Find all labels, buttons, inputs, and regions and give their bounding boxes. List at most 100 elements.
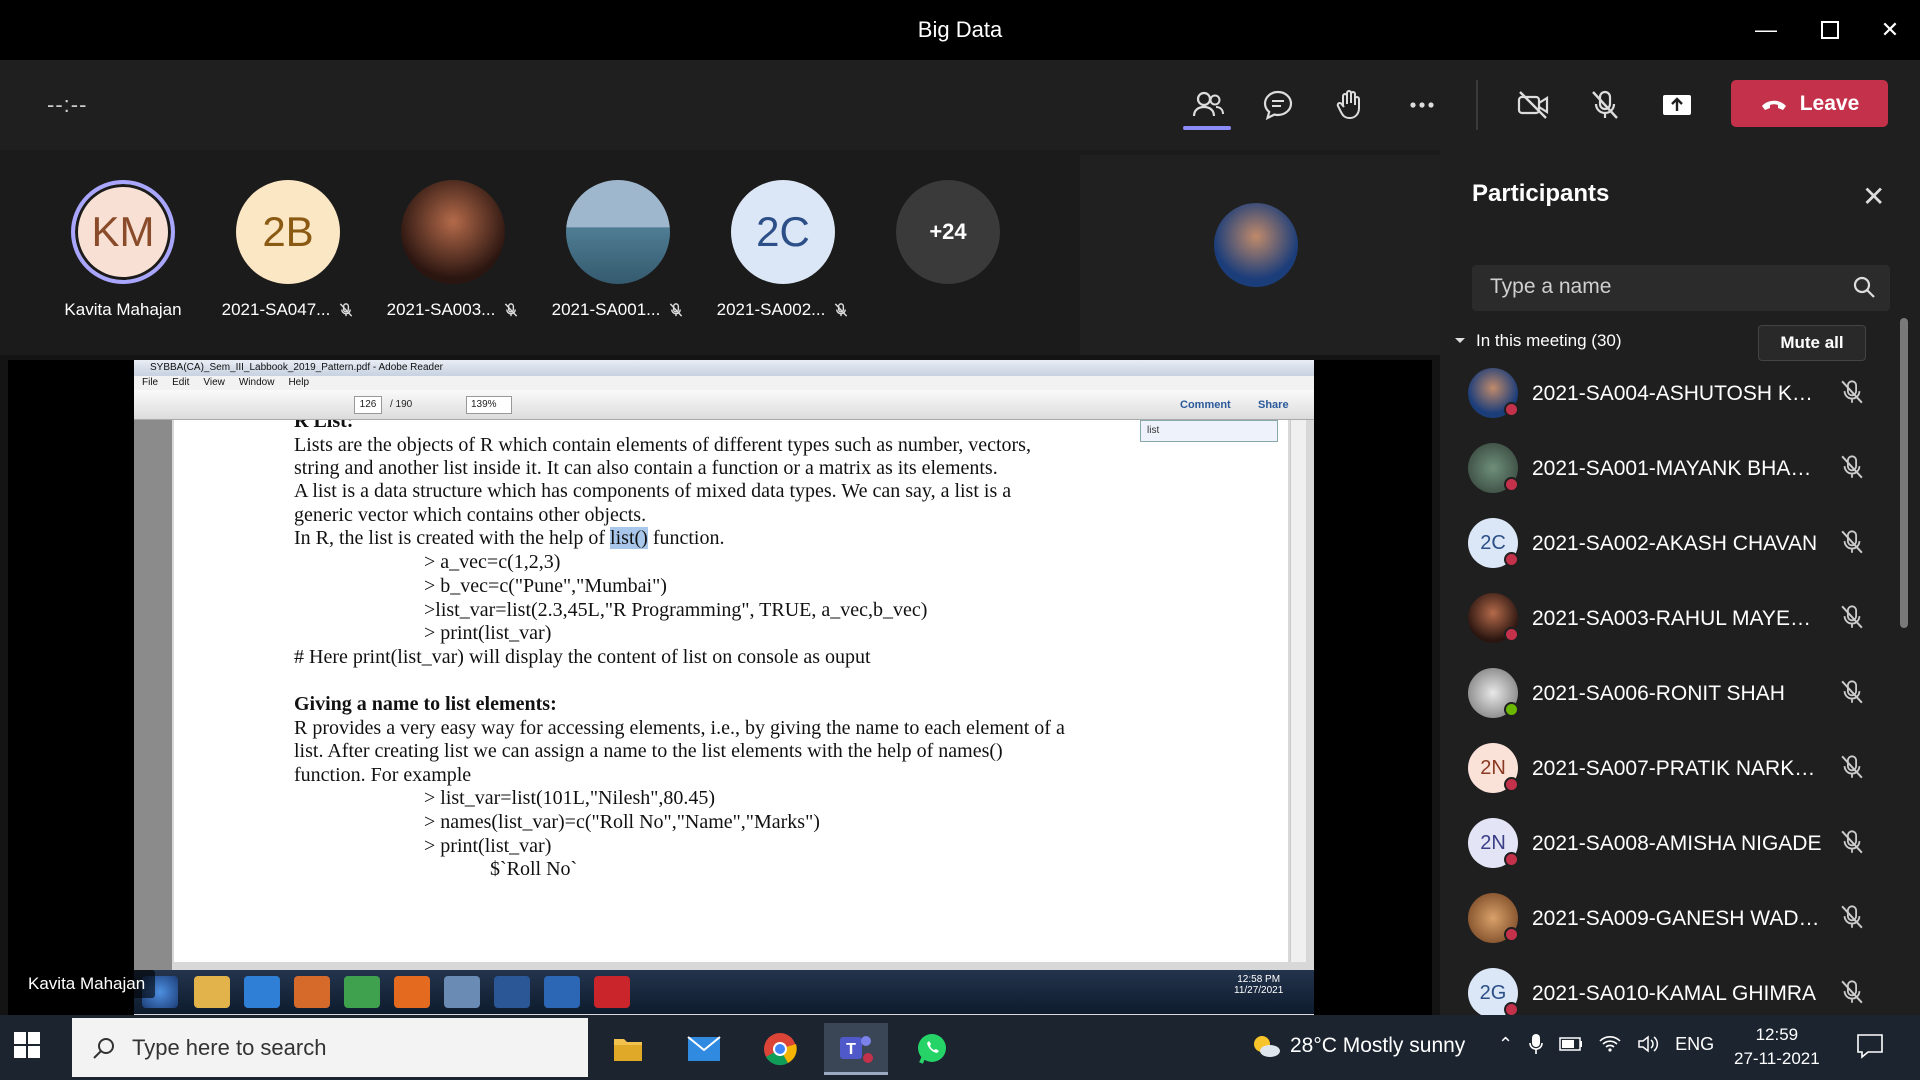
mic-off-icon[interactable] xyxy=(1838,828,1866,856)
mute-all-button[interactable]: Mute all xyxy=(1758,325,1866,361)
notification-icon[interactable] xyxy=(1856,1033,1884,1059)
taskbar-search[interactable]: Type here to search xyxy=(72,1018,588,1077)
windows-start-icon[interactable] xyxy=(14,1032,40,1058)
code-line: > list_var=list(101L,"Nilesh",80.45) xyxy=(424,787,716,809)
mic-toggle-button[interactable] xyxy=(1580,80,1630,130)
presence-dot xyxy=(1504,702,1519,717)
code-line: > a_vec=c(1,2,3) xyxy=(424,551,561,573)
participant-row[interactable]: 2C 2021-SA002-AKASH CHAVAN xyxy=(1468,510,1888,570)
page-number-input[interactable]: 126 xyxy=(354,396,382,414)
windows-taskbar: Type here to search T 28°C Mostly sunny … xyxy=(0,1015,1920,1080)
menu-window[interactable]: Window xyxy=(239,376,275,390)
panel-title: Participants xyxy=(1472,180,1610,207)
participant-row[interactable]: 2021-SA006-RONIT SHAH xyxy=(1468,660,1888,720)
shared-date: 11/27/2021 xyxy=(1234,985,1284,996)
participant-name: 2021-SA003-RAHUL MAYEKAR xyxy=(1532,607,1822,630)
mic-off-icon[interactable] xyxy=(1838,978,1866,1006)
participant-name: 2021-SA008-AMISHA NIGADE xyxy=(1532,832,1822,855)
taskbar-teams[interactable]: T xyxy=(824,1023,888,1075)
chevron-up-icon[interactable]: ⌃ xyxy=(1498,1034,1513,1055)
video-tile[interactable]: KM Kavita Mahajan xyxy=(48,180,198,320)
presence-dot xyxy=(1504,927,1519,942)
find-box[interactable]: list xyxy=(1140,420,1278,442)
participant-row[interactable]: 2021-SA009-GANESH WADNE xyxy=(1468,885,1888,945)
video-tile[interactable]: 2021-SA003... xyxy=(378,180,528,320)
presence-dot xyxy=(1504,1002,1519,1015)
more-icon xyxy=(1410,102,1434,108)
comment-button[interactable]: Comment xyxy=(1180,399,1231,411)
wifi-icon[interactable] xyxy=(1599,1035,1621,1053)
presence-dot xyxy=(1504,777,1519,792)
video-tile[interactable]: 2C 2021-SA002... xyxy=(708,180,858,320)
taskbar-mail[interactable] xyxy=(672,1023,736,1075)
participant-row[interactable]: 2021-SA004-ASHUTOSH KU... xyxy=(1468,360,1888,420)
reader-scrollbar[interactable] xyxy=(1290,420,1306,962)
camera-toggle-button[interactable] xyxy=(1508,80,1558,130)
shared-clock: 12:58 PM 11/27/2021 xyxy=(1234,974,1283,996)
mic-off-icon xyxy=(340,303,353,317)
in-meeting-label: In this meeting (30) xyxy=(1476,331,1622,350)
raise-hand-icon xyxy=(1336,90,1360,120)
in-meeting-toggle[interactable]: In this meeting (30) xyxy=(1454,331,1622,351)
more-button[interactable] xyxy=(1397,80,1447,130)
mic-off-icon[interactable] xyxy=(1838,603,1866,631)
mic-off-icon[interactable] xyxy=(1838,903,1866,931)
taskbar-chrome[interactable] xyxy=(748,1023,812,1075)
close-panel-button[interactable]: ✕ xyxy=(1862,180,1885,213)
minimize-button[interactable]: — xyxy=(1748,12,1784,48)
participants-panel: Participants ✕ In this meeting (30) Mute… xyxy=(1440,150,1920,1015)
maximize-button[interactable] xyxy=(1812,12,1848,48)
mic-off-icon[interactable] xyxy=(1838,528,1866,556)
weather-widget[interactable]: 28°C Mostly sunny xyxy=(1250,1033,1465,1059)
text-line: list. After creating list we can assign … xyxy=(294,740,1003,762)
firefox-icon xyxy=(394,976,430,1008)
participant-row[interactable]: 2N 2021-SA007-PRATIK NARKHE... xyxy=(1468,735,1888,795)
video-tile[interactable]: 2021-SA001... xyxy=(543,180,693,320)
presenter-label: Kavita Mahajan xyxy=(18,970,156,998)
volume-icon[interactable] xyxy=(1637,1035,1659,1053)
participant-search-input[interactable] xyxy=(1490,275,1850,299)
participant-gallery: KM Kavita Mahajan 2B 2021-SA047... 2021-… xyxy=(0,150,1440,355)
mic-icon[interactable] xyxy=(1529,1033,1543,1055)
taskbar-whatsapp[interactable] xyxy=(900,1023,964,1075)
r-icon xyxy=(544,976,580,1008)
raise-hand-button[interactable] xyxy=(1325,80,1375,130)
chat-button[interactable] xyxy=(1253,80,1303,130)
mic-off-icon[interactable] xyxy=(1838,753,1866,781)
participant-row[interactable]: 2021-SA003-RAHUL MAYEKAR xyxy=(1468,585,1888,645)
tile-name: 2021-SA047... xyxy=(221,300,331,319)
tile-name: 2021-SA003... xyxy=(386,300,496,319)
search-icon xyxy=(93,1038,114,1059)
clock-time: 12:59 xyxy=(1755,1025,1799,1044)
zoom-field[interactable]: 139% xyxy=(466,396,512,414)
participant-row[interactable]: 2G 2021-SA010-KAMAL GHIMRA xyxy=(1468,960,1888,1015)
presence-dot xyxy=(1504,402,1519,417)
page-total: / 190 xyxy=(390,399,413,410)
taskbar-clock[interactable]: 12:59 27-11-2021 xyxy=(1734,1023,1820,1071)
title-bar: Big Data — ✕ xyxy=(0,0,1920,60)
reader-share-button[interactable]: Share xyxy=(1258,399,1289,411)
menu-file[interactable]: File xyxy=(142,376,158,390)
heading: R List: xyxy=(294,420,354,432)
participant-row[interactable]: 2N 2021-SA008-AMISHA NIGADE xyxy=(1468,810,1888,870)
participant-row[interactable]: 2021-SA001-MAYANK BHAD... xyxy=(1468,435,1888,495)
mic-off-icon[interactable] xyxy=(1838,378,1866,406)
menu-help[interactable]: Help xyxy=(288,376,309,390)
video-tile[interactable]: 2B 2021-SA047... xyxy=(213,180,363,320)
participants-scrollbar[interactable] xyxy=(1900,318,1908,628)
battery-icon[interactable] xyxy=(1559,1037,1583,1051)
mic-off-icon[interactable] xyxy=(1838,678,1866,706)
mic-off-icon[interactable] xyxy=(1838,453,1866,481)
search-highlight: list() xyxy=(610,527,648,549)
overflow-tile[interactable]: +24 xyxy=(873,180,1023,284)
language-indicator[interactable]: ENG xyxy=(1675,1034,1714,1055)
share-screen-button[interactable] xyxy=(1652,80,1702,130)
leave-button[interactable]: Leave xyxy=(1731,80,1888,127)
taskbar-explorer[interactable] xyxy=(596,1023,660,1075)
menu-view[interactable]: View xyxy=(203,376,225,390)
menu-edit[interactable]: Edit xyxy=(172,376,189,390)
people-button[interactable] xyxy=(1183,80,1233,130)
close-window-button[interactable]: ✕ xyxy=(1872,12,1908,48)
chevron-down-icon xyxy=(1455,338,1465,343)
text-line: function. For example xyxy=(294,764,472,786)
